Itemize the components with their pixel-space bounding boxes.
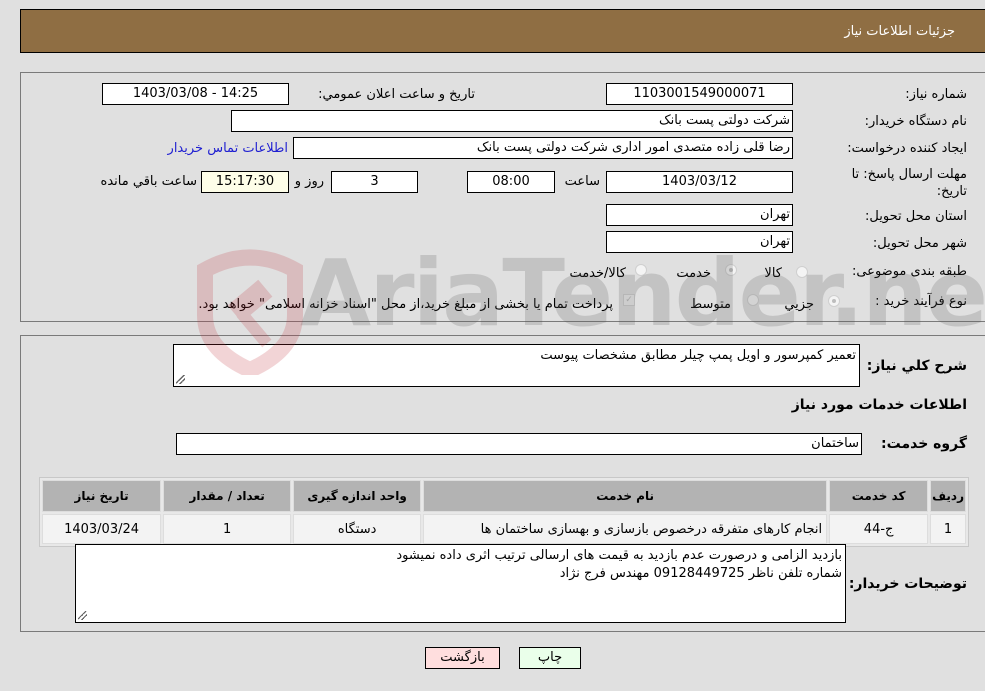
summary-label: شرح کلي نياز: [866,358,967,374]
category-radio-goods-service[interactable] [635,264,647,276]
cell-need-date: 1403/03/24 [42,514,162,544]
col-header-row-number: ردیف [930,480,966,512]
process-option-minor: جزيي [784,297,814,312]
category-option-goods-service: کالا/خدمت [569,266,626,281]
announce-field: 1403/03/08 - 14:25 [102,83,289,105]
cell-quantity: 1 [163,514,292,544]
col-header-unit: واحد اندازه گیری [293,480,422,512]
process-radio-minor[interactable] [828,295,840,307]
summary-textarea[interactable]: تعمیر کمپرسور و اویل پمپ چیلر مطابق مشخص… [173,344,860,387]
back-button[interactable]: بازگشت [425,647,500,669]
service-group-field: ساختمان [176,433,862,455]
summary-text: تعمیر کمپرسور و اویل پمپ چیلر مطابق مشخص… [540,348,856,363]
category-radio-service[interactable] [725,264,737,276]
category-option-service: خدمت [676,266,711,281]
province-label: استان محل تحویل: [865,209,967,224]
process-radio-medium[interactable] [747,294,759,306]
remaining-time-field: 15:17:30 [201,171,289,193]
category-option-goods: کالا [764,266,782,281]
col-header-quantity: تعداد / مقدار [163,480,292,512]
deadline-date-field: 1403/03/12 [606,171,793,193]
buyer-notes-textarea[interactable]: بازدید الزامی و درصورت عدم بازدید به قیم… [75,544,846,623]
remaining-label: ساعت باقي مانده [100,174,197,189]
city-label: شهر محل تحویل: [872,236,967,251]
cell-service-code: ج-44 [829,514,929,544]
deadline-label-line2: تاریخ: [936,184,967,199]
category-radio-goods[interactable] [796,266,808,278]
category-label: طبقه بندی موضوعی: [851,264,967,279]
service-group-label: گروه خدمت: [881,436,967,452]
city-field: تهران [606,231,793,253]
announce-label: تاریخ و ساعت اعلان عمومي: [318,87,475,102]
col-header-need-date: تاریخ نیاز [42,480,162,512]
services-heading: اطلاعات خدمات مورد نياز [791,397,967,413]
province-field: تهران [606,204,793,226]
days-label: روز و [294,174,324,189]
resize-grip-icon[interactable] [78,611,87,620]
buyer-org-field: شرکت دولتی پست بانک [231,110,793,132]
deadline-label-line1: مهلت ارسال پاسخ: تا [851,167,967,182]
col-header-service-name: نام خدمت [423,480,828,512]
services-table: ردیف کد خدمت نام خدمت واحد اندازه گیری ت… [39,477,969,547]
cell-row-number: 1 [930,514,966,544]
cell-unit: دستگاه [293,514,422,544]
treasury-checkbox[interactable]: ✓ [623,294,635,306]
buyer-org-label: نام دستگاه خریدار: [864,114,967,129]
table-header-row: ردیف کد خدمت نام خدمت واحد اندازه گیری ت… [42,480,966,512]
buyer-notes-label: توضيحات خريدار: [848,576,967,592]
process-label: نوع فرآیند خرید : [875,294,967,309]
process-option-medium: متوسط [690,297,731,312]
resize-grip-icon[interactable] [176,375,185,384]
creator-field: رضا قلی زاده متصدی امور اداری شرکت دولتی… [293,137,793,159]
buyer-contact-link[interactable]: اطلاعات تماس خریدار [168,141,288,156]
need-number-field: 1103001549000071 [606,83,793,105]
time-label: ساعت [564,174,600,189]
treasury-note: پرداخت تمام یا بخشی از مبلغ خرید،از محل … [198,297,613,312]
creator-label: ایجاد کننده درخواست: [847,141,967,156]
col-header-service-code: کد خدمت [829,480,929,512]
deadline-time-field: 08:00 [467,171,555,193]
deadline-label: مهلت ارسال پاسخ: تا تاریخ: [852,166,967,200]
table-row: 1 ج-44 انجام کارهای متفرقه درخصوص بازساز… [42,514,966,544]
buyer-notes-line2: شماره تلفن ناظر 09128449725 مهندس فرج نژ… [559,566,842,581]
days-remaining-field: 3 [331,171,418,193]
page-header: جزئیات اطلاعات نیاز [20,9,985,53]
print-button[interactable]: چاپ [519,647,581,669]
buyer-notes-line1: بازدید الزامی و درصورت عدم بازدید به قیم… [396,548,842,563]
need-number-label: شماره نیاز: [905,87,967,102]
page-title: جزئیات اطلاعات نیاز [844,24,955,39]
cell-service-name: انجام کارهای متفرقه درخصوص بازسازی و بهس… [423,514,828,544]
